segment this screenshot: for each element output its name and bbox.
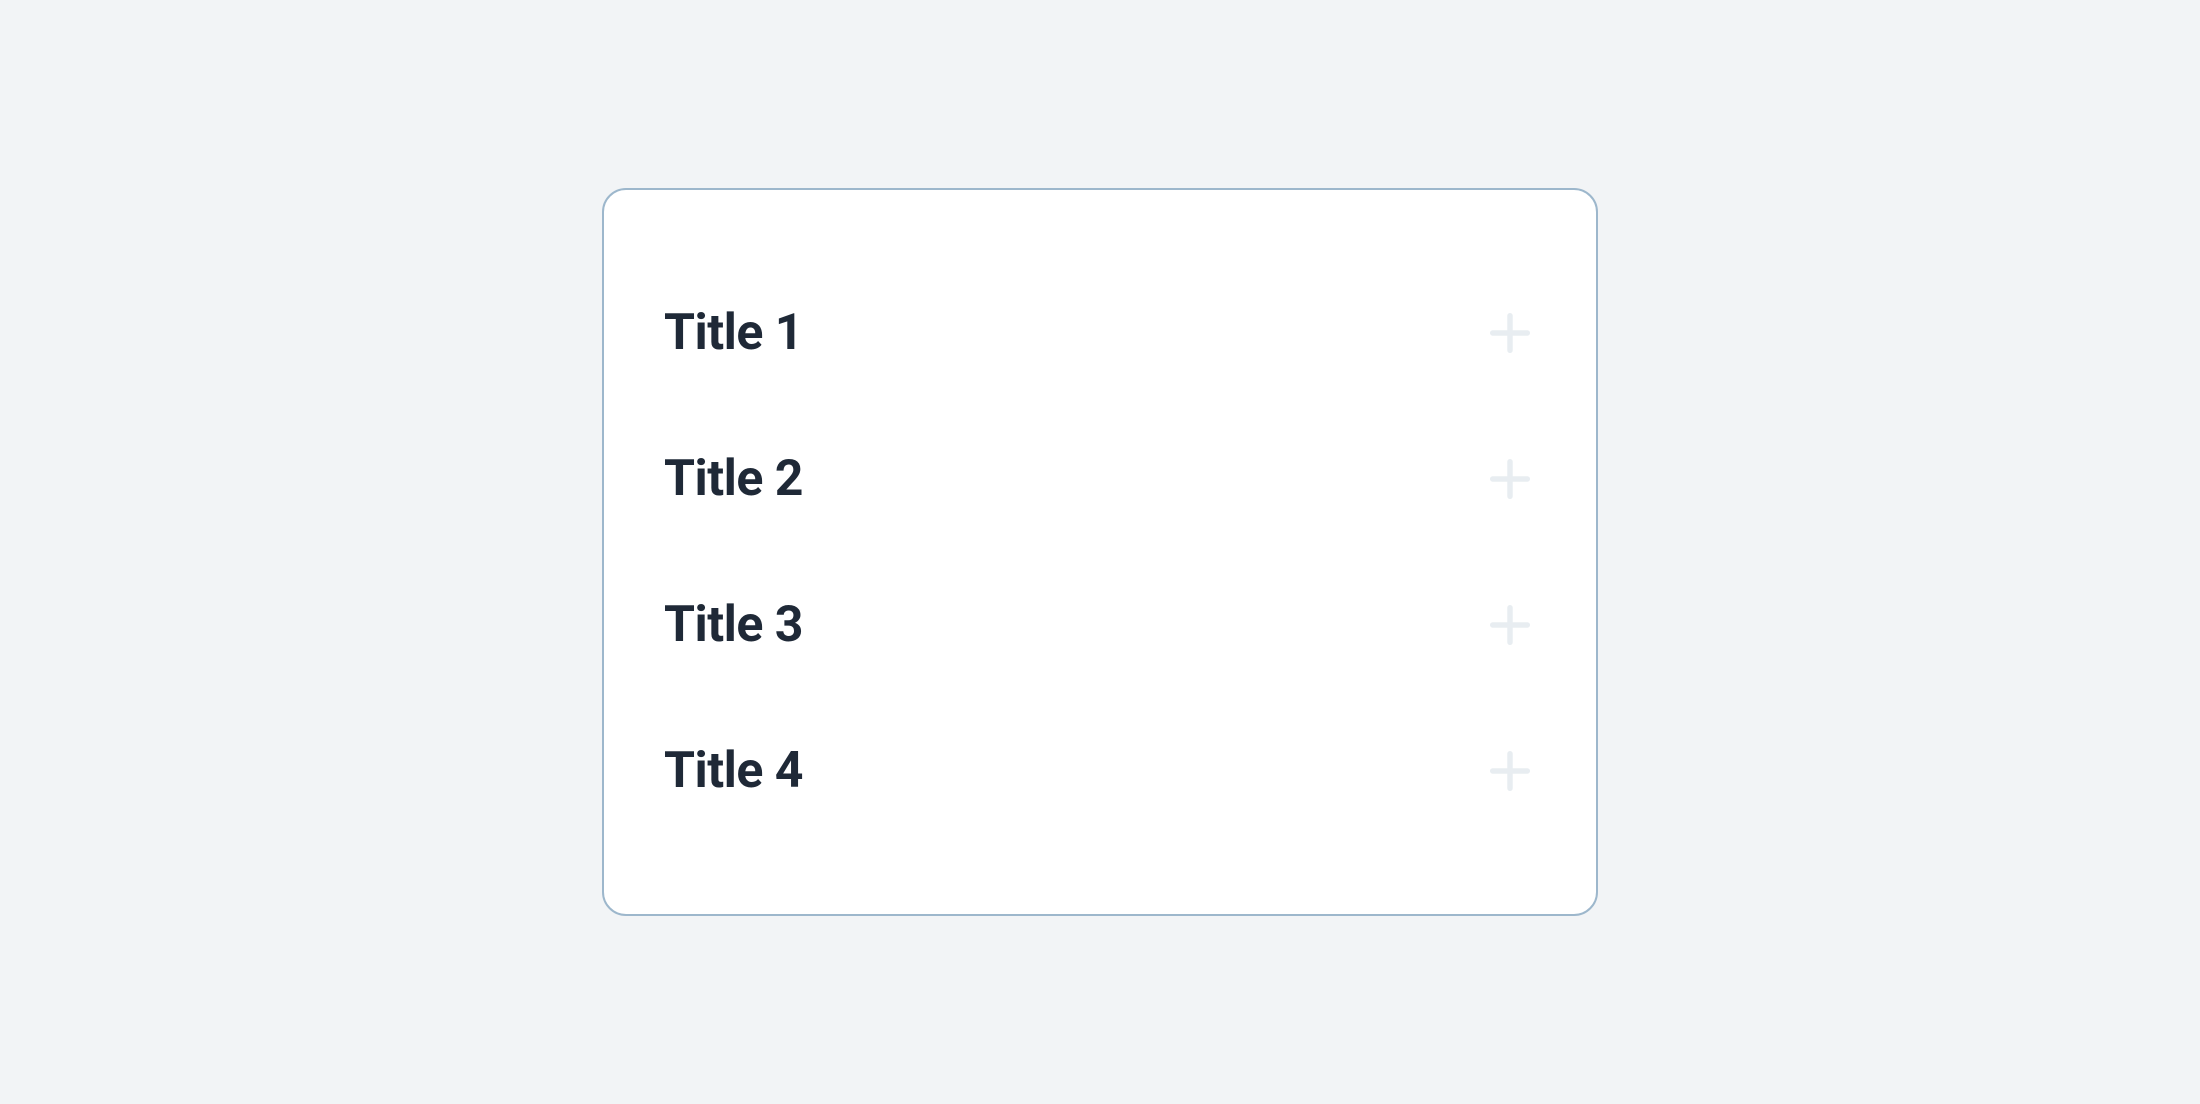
accordion-item-1[interactable]: Title 1 — [664, 260, 1536, 406]
plus-icon — [1484, 453, 1536, 505]
accordion-item-2[interactable]: Title 2 — [664, 406, 1536, 552]
accordion-title: Title 2 — [664, 450, 803, 508]
accordion-title: Title 1 — [664, 304, 803, 362]
plus-icon — [1484, 599, 1536, 651]
accordion-card: Title 1 Title 2 Title 3 Title 4 — [602, 188, 1598, 916]
plus-icon — [1484, 745, 1536, 797]
accordion-item-3[interactable]: Title 3 — [664, 552, 1536, 698]
plus-icon — [1484, 307, 1536, 359]
accordion-title: Title 4 — [664, 742, 803, 800]
accordion-item-4[interactable]: Title 4 — [664, 698, 1536, 844]
accordion-title: Title 3 — [664, 596, 803, 654]
